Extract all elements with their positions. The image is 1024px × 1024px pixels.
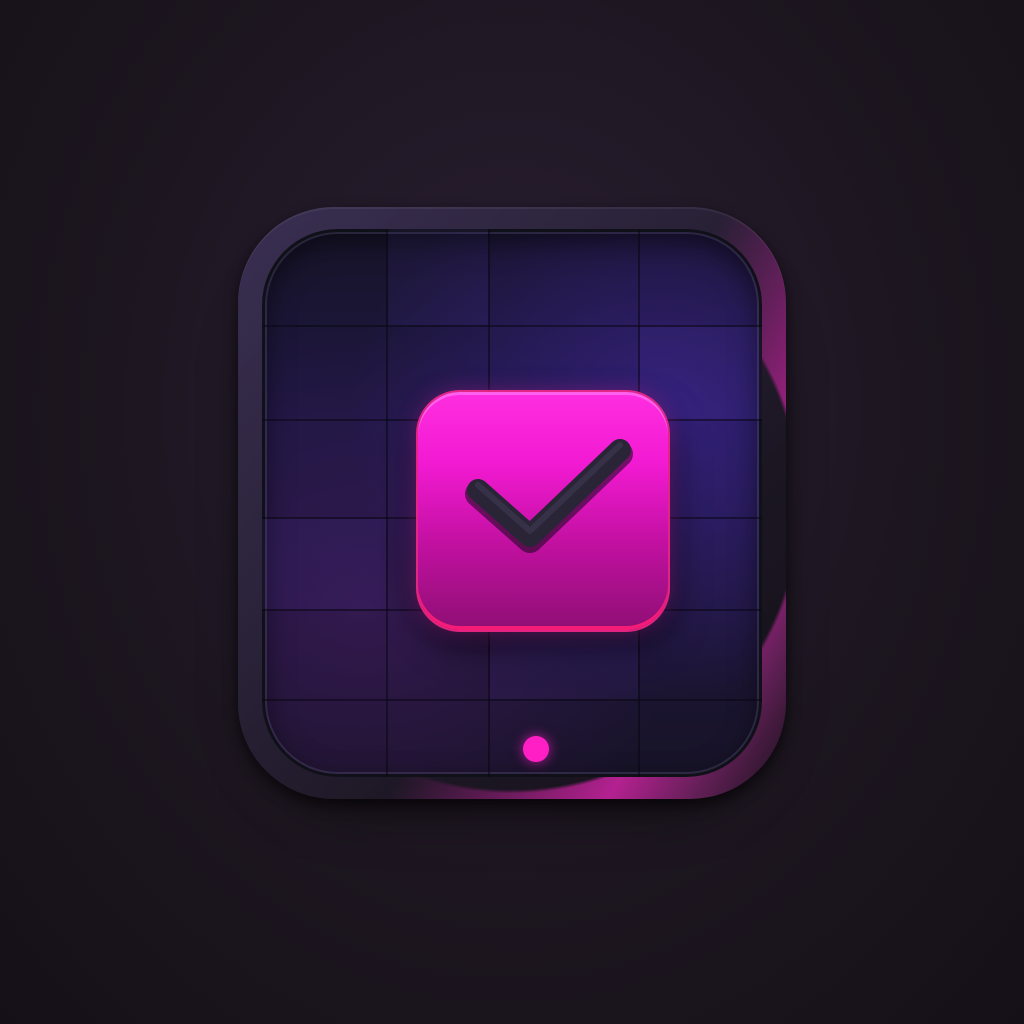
checkmark-icon: [465, 439, 633, 553]
icon-face: [262, 229, 762, 777]
grid-tile: [388, 229, 488, 325]
app-icon[interactable]: [238, 207, 786, 807]
grid-line: [262, 699, 762, 701]
grid-tile: [640, 327, 762, 419]
checkbox-button[interactable]: [418, 392, 668, 630]
status-dot: [523, 736, 549, 762]
grid-tile: [262, 519, 386, 609]
